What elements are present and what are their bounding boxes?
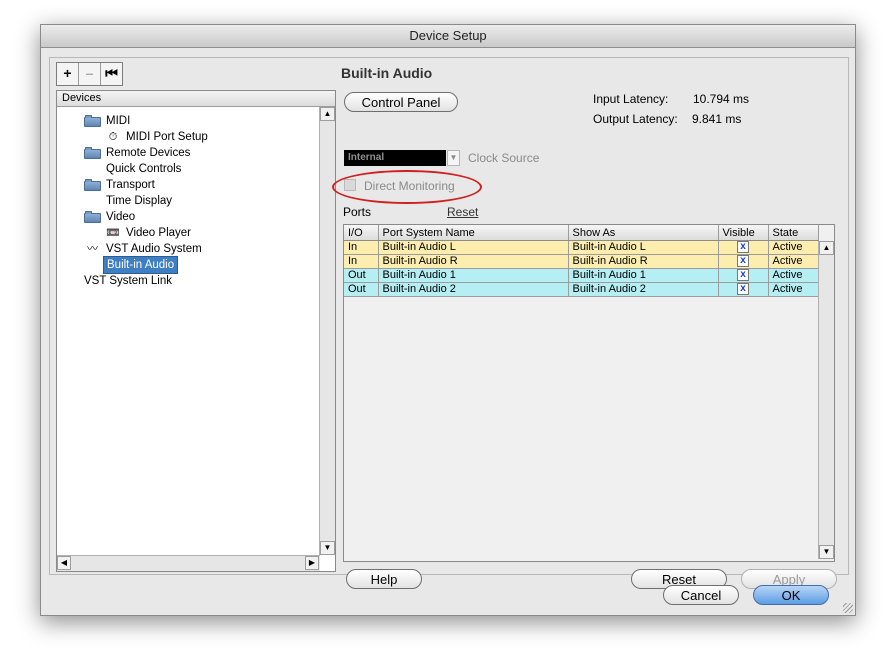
- ports-label: Ports: [343, 205, 372, 219]
- scroll-down-icon[interactable]: ▼: [320, 541, 335, 555]
- tree-item-built-in-audio[interactable]: Built-in Audio: [102, 256, 179, 274]
- devices-vertical-scrollbar[interactable]: ▲ ▼: [319, 107, 335, 555]
- visible-cell: x: [718, 268, 769, 283]
- input-latency-value: 10.794 ms: [693, 92, 750, 106]
- state-cell[interactable]: Active: [768, 240, 819, 255]
- control-panel-button[interactable]: Control Panel: [344, 92, 458, 112]
- midi-port-icon: ⏱: [108, 131, 118, 143]
- table-header-row: I/O Port System Name Show As Visible Sta…: [344, 225, 819, 241]
- port-name-cell: Built-in Audio 1: [378, 268, 569, 283]
- ports-vertical-scrollbar[interactable]: ▲ ▼: [818, 241, 834, 559]
- ok-button[interactable]: OK: [753, 585, 829, 605]
- visible-cell: x: [718, 254, 769, 269]
- scroll-up-icon[interactable]: ▲: [320, 107, 335, 121]
- scroll-down-icon[interactable]: ▼: [819, 545, 834, 559]
- show-as-cell[interactable]: Built-in Audio 2: [568, 282, 719, 297]
- tree-item-label: MIDI Port Setup: [126, 131, 208, 143]
- column-header-show-as[interactable]: Show As: [568, 225, 719, 241]
- port-name-cell: Built-in Audio L: [378, 240, 569, 255]
- scroll-up-icon[interactable]: ▲: [819, 241, 834, 255]
- table-row[interactable]: In Built-in Audio R Built-in Audio R x A…: [344, 254, 819, 269]
- input-latency-label: Input Latency:: [593, 92, 669, 106]
- visible-checkbox[interactable]: x: [737, 269, 749, 282]
- column-header-state[interactable]: State: [768, 225, 819, 241]
- add-device-button[interactable]: +: [57, 63, 79, 85]
- folder-icon: [84, 179, 101, 191]
- tree-item-label: Built-in Audio: [102, 256, 179, 274]
- tree-item-vst-audio-system[interactable]: 〰 VST Audio System: [84, 241, 202, 257]
- tree-item-transport[interactable]: Transport: [84, 177, 155, 193]
- folder-icon: [84, 211, 101, 223]
- tree-item-midi[interactable]: MIDI: [84, 113, 130, 129]
- highlight-annotation-circle: [332, 170, 482, 204]
- show-as-cell[interactable]: Built-in Audio 1: [568, 268, 719, 283]
- audio-system-icon: 〰: [87, 243, 98, 255]
- table-row[interactable]: In Built-in Audio L Built-in Audio L x A…: [344, 240, 819, 255]
- window-title: Device Setup: [41, 25, 855, 48]
- column-header-port-system-name[interactable]: Port System Name: [378, 225, 569, 241]
- visible-cell: x: [718, 282, 769, 297]
- output-latency-label: Output Latency:: [593, 112, 678, 126]
- output-latency-value: 9.841 ms: [692, 112, 742, 126]
- tree-item-label: Quick Controls: [106, 163, 182, 175]
- clock-source-label: Clock Source: [468, 151, 540, 165]
- port-name-cell: Built-in Audio 2: [378, 282, 569, 297]
- devices-header: Devices: [57, 91, 335, 107]
- window-content: + – ⏮ Devices MIDI ⏱ MIDI Port Setup Rem…: [49, 57, 849, 589]
- show-as-cell[interactable]: Built-in Audio R: [568, 254, 719, 269]
- io-cell: Out: [344, 268, 379, 283]
- clock-source-select[interactable]: Internal: [344, 150, 446, 166]
- tree-item-label: VST Audio System: [106, 243, 202, 255]
- io-cell: In: [344, 254, 379, 269]
- tree-item-video-player[interactable]: 📼 Video Player: [106, 225, 191, 241]
- tree-item-label: VST System Link: [84, 275, 172, 287]
- visible-cell: x: [718, 240, 769, 255]
- reset-ports-link[interactable]: Reset: [447, 205, 478, 219]
- resize-grip-icon[interactable]: [843, 603, 853, 613]
- reset-view-button[interactable]: ⏮: [101, 63, 122, 85]
- table-row[interactable]: Out Built-in Audio 2 Built-in Audio 2 x …: [344, 282, 819, 297]
- tree-item-quick-controls[interactable]: Quick Controls: [106, 161, 181, 177]
- column-header-visible[interactable]: Visible: [718, 225, 769, 241]
- cancel-button[interactable]: Cancel: [663, 585, 739, 605]
- tree-item-label: Video Player: [126, 227, 191, 239]
- folder-icon: [84, 147, 101, 159]
- port-name-cell: Built-in Audio R: [378, 254, 569, 269]
- device-setup-window: Device Setup + – ⏮ Devices MIDI ⏱ MIDI P…: [40, 24, 856, 616]
- tree-item-vst-system-link[interactable]: VST System Link: [84, 273, 172, 289]
- tree-item-label: Remote Devices: [106, 147, 191, 159]
- scroll-left-icon[interactable]: ◀: [57, 556, 71, 570]
- devices-tree: MIDI ⏱ MIDI Port Setup Remote Devices Qu…: [57, 107, 318, 553]
- scroll-right-icon[interactable]: ▶: [305, 556, 319, 570]
- visible-checkbox[interactable]: x: [737, 241, 749, 254]
- state-cell[interactable]: Active: [768, 268, 819, 283]
- tree-item-video[interactable]: Video: [84, 209, 135, 225]
- tree-item-label: Video: [106, 211, 136, 223]
- panel-title: Built-in Audio: [341, 65, 433, 81]
- tree-item-label: MIDI: [106, 115, 131, 127]
- table-row[interactable]: Out Built-in Audio 1 Built-in Audio 1 x …: [344, 268, 819, 283]
- tree-item-midi-port-setup[interactable]: ⏱ MIDI Port Setup: [106, 129, 208, 145]
- device-toolbar: + – ⏮: [56, 62, 123, 86]
- tree-item-label: Time Display: [106, 195, 173, 207]
- remove-device-button[interactable]: –: [79, 63, 101, 85]
- visible-checkbox[interactable]: x: [737, 255, 749, 268]
- ports-table: I/O Port System Name Show As Visible Sta…: [343, 224, 835, 562]
- folder-icon: [84, 115, 101, 127]
- io-cell: Out: [344, 282, 379, 297]
- state-cell[interactable]: Active: [768, 254, 819, 269]
- devices-horizontal-scrollbar[interactable]: ◀ ▶: [57, 555, 320, 571]
- tree-item-label: Transport: [106, 179, 155, 191]
- visible-checkbox[interactable]: x: [737, 283, 749, 296]
- devices-pane: Devices MIDI ⏱ MIDI Port Setup Remote De…: [56, 90, 336, 572]
- state-cell[interactable]: Active: [768, 282, 819, 297]
- column-header-io[interactable]: I/O: [344, 225, 379, 241]
- tree-item-time-display[interactable]: Time Display: [106, 193, 172, 209]
- video-icon: 📼: [106, 227, 120, 239]
- chevron-down-icon[interactable]: ▼: [447, 150, 460, 166]
- show-as-cell[interactable]: Built-in Audio L: [568, 240, 719, 255]
- tree-item-remote-devices[interactable]: Remote Devices: [84, 145, 190, 161]
- help-button[interactable]: Help: [346, 569, 422, 589]
- io-cell: In: [344, 240, 379, 255]
